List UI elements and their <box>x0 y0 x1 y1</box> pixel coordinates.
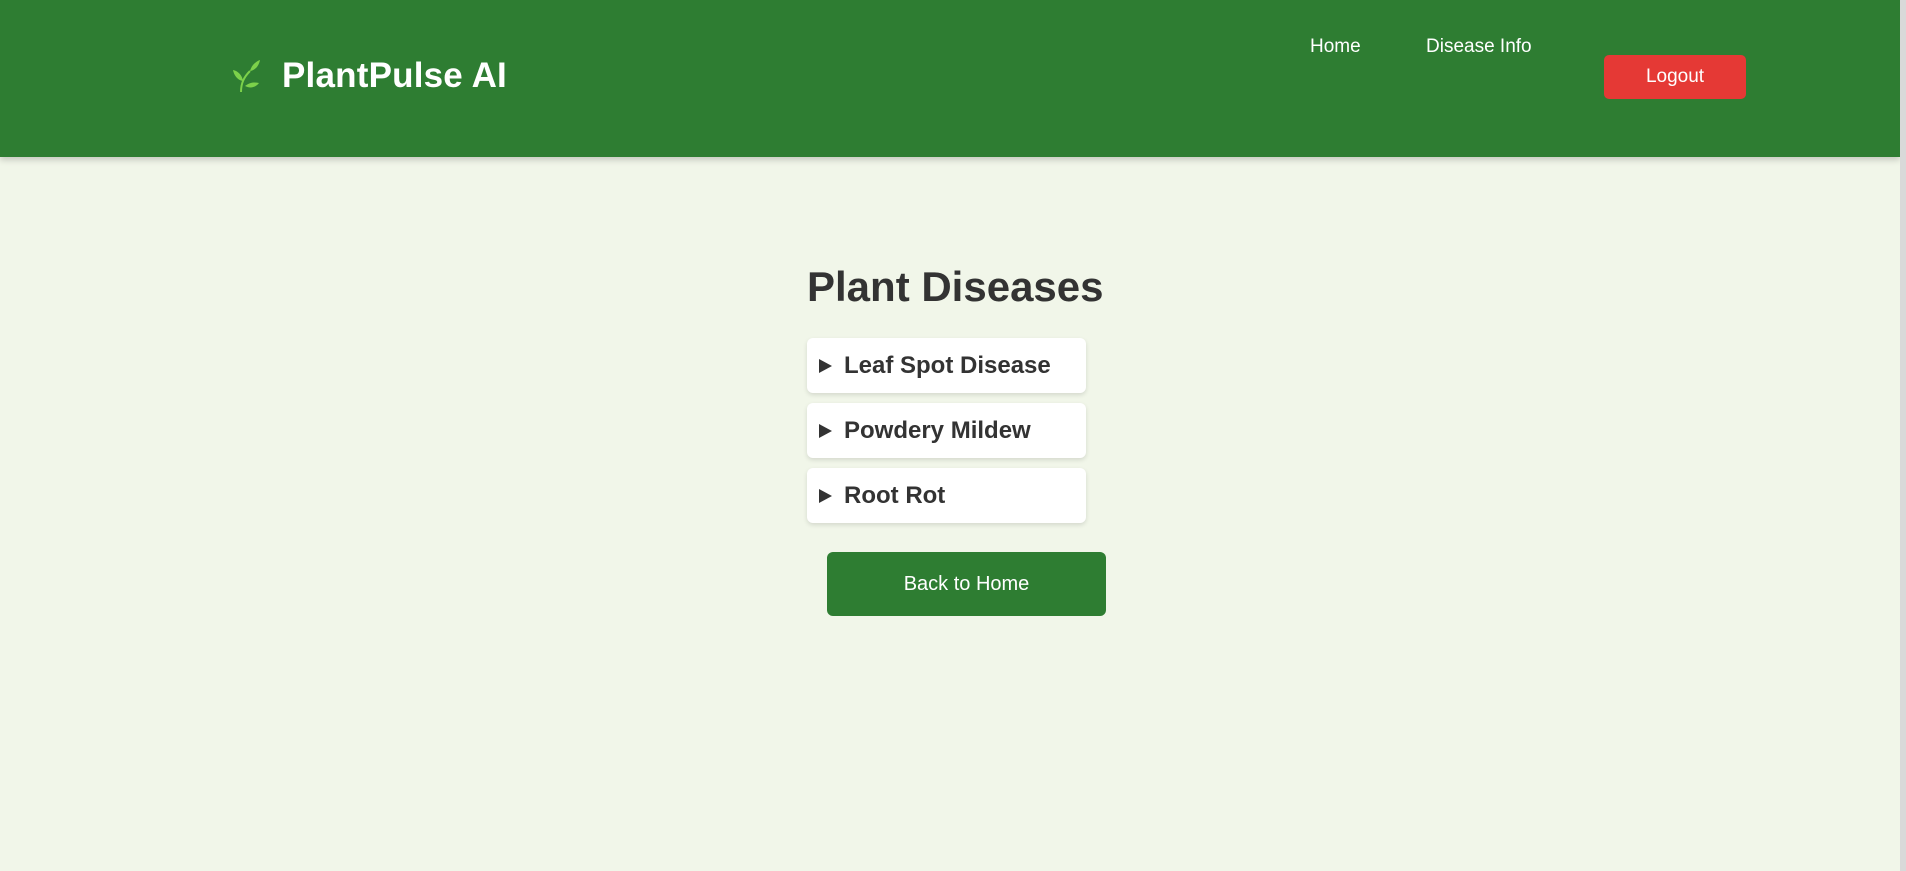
disease-item-leaf-spot[interactable]: Leaf Spot Disease <box>807 338 1086 393</box>
page-title: Plant Diseases <box>807 263 1104 310</box>
site-header: PlantPulse AI Home Disease Info Logout <box>0 0 1900 157</box>
disease-item-label: Leaf Spot Disease <box>844 351 1051 379</box>
expand-arrow-icon <box>819 423 832 438</box>
window-scrollbar[interactable] <box>1900 0 1906 871</box>
brand[interactable]: PlantPulse AI <box>228 56 507 96</box>
disease-item-label: Powdery Mildew <box>844 416 1031 444</box>
brand-title: PlantPulse AI <box>282 56 507 95</box>
back-to-home-button[interactable]: Back to Home <box>827 552 1106 616</box>
expand-arrow-icon <box>819 488 832 503</box>
expand-arrow-icon <box>819 358 832 373</box>
leaf-sprout-icon <box>228 56 264 96</box>
logout-button[interactable]: Logout <box>1604 55 1746 99</box>
disease-item-label: Root Rot <box>844 481 946 509</box>
disease-item-powdery-mildew[interactable]: Powdery Mildew <box>807 403 1086 458</box>
disease-item-root-rot[interactable]: Root Rot <box>807 468 1086 523</box>
nav-disease-info-link[interactable]: Disease Info <box>1426 36 1532 58</box>
nav-home-link[interactable]: Home <box>1310 36 1361 58</box>
